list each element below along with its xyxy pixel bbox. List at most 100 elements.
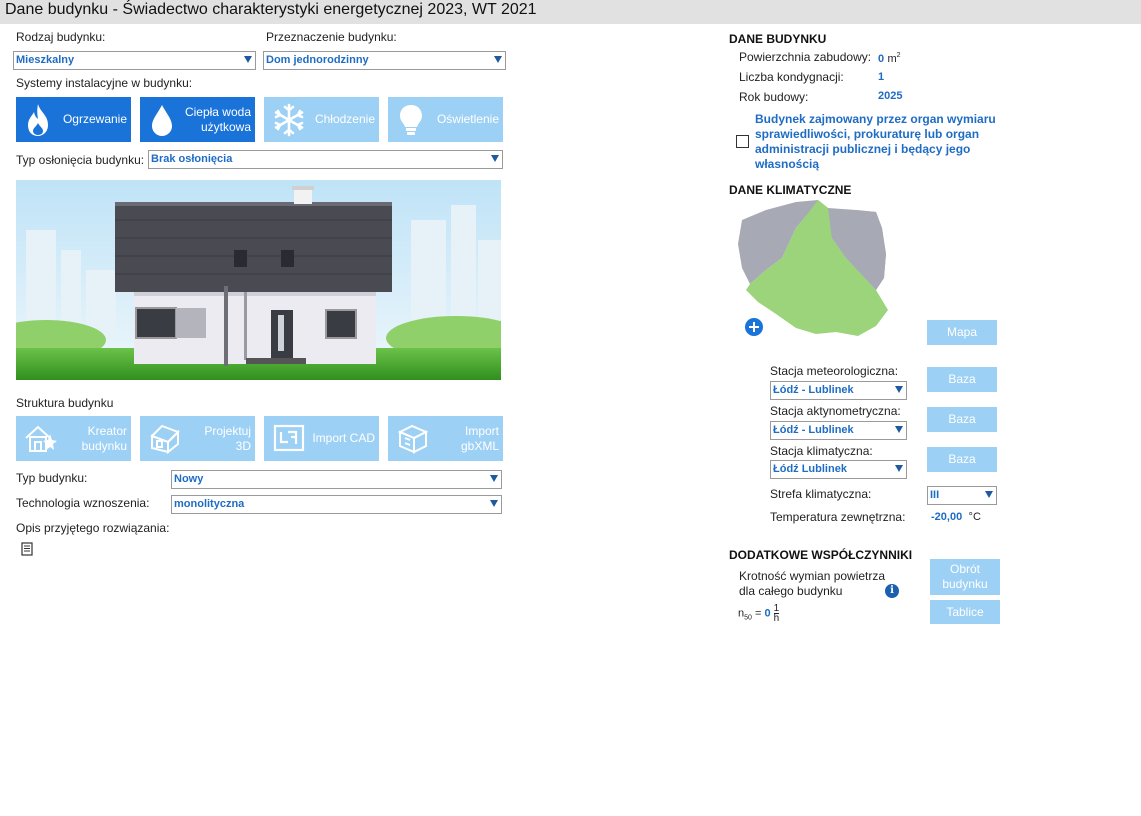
system-tile-label: Oświetlenie <box>436 112 499 126</box>
oslona-value: Brak osłonięcia <box>151 153 233 165</box>
przeznaczenie-select[interactable]: Dom jednorodzinny <box>263 51 506 70</box>
n50-value: 0 <box>764 607 771 620</box>
strefa-select[interactable]: III <box>927 486 997 505</box>
dodatkowe-title: DODATKOWE WSPÓŁCZYNNIKI <box>729 548 913 562</box>
stacja-met-label: Stacja meteorologiczna: <box>770 364 899 378</box>
stacja-met-value: Łódź - Lublinek <box>773 384 854 396</box>
tablice-button[interactable]: Tablice <box>930 600 1000 624</box>
typ-select[interactable]: Nowy <box>171 470 502 489</box>
struktura-label: Struktura budynku <box>16 396 114 410</box>
temp-field[interactable]: -20,00 °C <box>931 509 981 523</box>
krotnosc-label: Krotność wymian powietrza dla całego bud… <box>739 569 886 598</box>
rok-value[interactable]: 2025 <box>878 90 902 102</box>
powierzchnia-label: Powierzchnia zabudowy: <box>739 50 872 64</box>
rodzaj-value: Mieszkalny <box>16 54 75 66</box>
kondygnacje-value[interactable]: 1 <box>878 71 884 83</box>
house-wizard-icon <box>25 425 57 452</box>
chevron-down-icon <box>895 465 903 472</box>
chevron-down-icon <box>491 155 499 162</box>
stacja-klim-select[interactable]: Łódź Lublinek <box>770 460 907 479</box>
organ-checkbox-label[interactable]: Budynek zajmowany przez organ wymiaru sp… <box>755 112 996 172</box>
window-title: Dane budynku - Świadectwo charakterystyk… <box>5 1 537 18</box>
powierzchnia-unit-sup: 2 <box>896 52 901 59</box>
baza-button[interactable]: Baza <box>927 367 997 392</box>
projektuj-label: Projektuj 3D <box>204 423 251 453</box>
system-tile-label: Ciepła woda użytkowa <box>184 104 251 134</box>
baza-button[interactable]: Baza <box>927 447 997 472</box>
baza-button[interactable]: Baza <box>927 407 997 432</box>
import-gbxml-label: Import gbXML <box>460 423 499 453</box>
rodzaj-select[interactable]: Mieszkalny <box>13 51 256 70</box>
organ-checkbox[interactable] <box>736 135 749 148</box>
n50-unit: 1 h <box>773 603 780 624</box>
typ-label: Typ budynku: <box>16 471 88 485</box>
gbxml-cube-icon <box>397 424 429 454</box>
system-tile-ciepla-woda[interactable]: Ciepła woda użytkowa <box>140 97 255 142</box>
chevron-down-icon <box>244 56 252 63</box>
chevron-down-icon <box>494 56 502 63</box>
house-3d-icon <box>150 424 180 454</box>
document-icon <box>21 542 33 556</box>
chevron-down-icon <box>490 500 498 507</box>
stacja-akt-select[interactable]: Łódź - Lublinek <box>770 421 907 440</box>
powierzchnia-unit: m <box>887 53 897 65</box>
strefa-label: Strefa klimatyczna: <box>770 487 872 501</box>
opis-document-button[interactable] <box>21 542 33 559</box>
technologia-label: Technologia wznoszenia: <box>16 496 150 510</box>
import-cad-button[interactable]: Import CAD <box>264 416 379 461</box>
kondygnacje-label: Liczba kondygnacji: <box>739 70 844 84</box>
import-cad-label: Import CAD <box>312 431 375 445</box>
stacja-klim-value: Łódź Lublinek <box>773 463 847 475</box>
temp-unit: °C <box>968 511 981 523</box>
snowflake-icon <box>274 103 304 137</box>
oslona-label: Typ osłonięcia budynku: <box>16 153 145 167</box>
dane-klimatyczne-title: DANE KLIMATYCZNE <box>729 183 852 197</box>
system-tile-label: Chłodzenie <box>314 112 375 126</box>
typ-value: Nowy <box>174 473 204 485</box>
system-tile-chlodzenie[interactable]: Chłodzenie <box>264 97 379 142</box>
obrot-budynku-button[interactable]: Obrót budynku <box>930 559 1000 595</box>
stacja-met-select[interactable]: Łódź - Lublinek <box>770 381 907 400</box>
opis-label: Opis przyjętego rozwiązania: <box>16 521 170 535</box>
n50-sub: 50 <box>744 614 752 622</box>
water-drop-icon <box>152 105 172 136</box>
chevron-down-icon <box>490 475 498 482</box>
import-gbxml-button[interactable]: Import gbXML <box>388 416 503 461</box>
przeznaczenie-label: Przeznaczenie budynku: <box>266 30 397 44</box>
system-tile-ogrzewanie[interactable]: Ogrzewanie <box>16 97 131 142</box>
stacja-klim-label: Stacja klimatyczna: <box>770 444 873 458</box>
mapa-button[interactable]: Mapa <box>927 320 997 345</box>
strefa-value: III <box>930 489 940 501</box>
rodzaj-label: Rodzaj budynku: <box>16 30 106 44</box>
stacja-akt-value: Łódź - Lublinek <box>773 424 854 436</box>
kreator-label: Kreator budynku <box>81 423 127 453</box>
przeznaczenie-value: Dom jednorodzinny <box>266 54 369 66</box>
title-bar: Dane budynku - Świadectwo charakterystyk… <box>0 0 1141 24</box>
n50-field[interactable]: n50 = 0 1 h <box>738 603 780 624</box>
map-zoom-plus-button[interactable] <box>745 318 763 336</box>
flame-icon <box>28 104 48 136</box>
oslona-select[interactable]: Brak osłonięcia <box>148 150 503 169</box>
info-icon[interactable]: i <box>885 584 899 598</box>
technologia-select[interactable]: monolityczna <box>171 495 502 514</box>
temp-value: -20,00 <box>931 511 963 523</box>
cad-plan-icon <box>273 424 305 452</box>
chevron-down-icon <box>895 426 903 433</box>
powierzchnia-value: 0 <box>878 53 885 65</box>
temp-label: Temperatura zewnętrzna: <box>770 510 906 524</box>
dane-budynku-title: DANE BUDYNKU <box>729 32 827 46</box>
lightbulb-icon <box>400 105 422 135</box>
technologia-value: monolityczna <box>174 498 245 510</box>
system-tile-oswietlenie[interactable]: Oświetlenie <box>388 97 503 142</box>
systemy-label: Systemy instalacyjne w budynku: <box>16 76 193 90</box>
stacja-akt-label: Stacja aktynometryczna: <box>770 404 901 418</box>
n50-eq: = <box>754 607 762 620</box>
rok-label: Rok budowy: <box>739 90 809 104</box>
powierzchnia-field[interactable]: 0 m2 <box>878 51 901 65</box>
plus-icon <box>749 322 759 332</box>
kreator-budynku-button[interactable]: Kreator budynku <box>16 416 131 461</box>
chevron-down-icon <box>895 386 903 393</box>
chevron-down-icon <box>985 491 993 498</box>
system-tile-label: Ogrzewanie <box>62 112 127 126</box>
projektuj-3d-button[interactable]: Projektuj 3D <box>140 416 255 461</box>
